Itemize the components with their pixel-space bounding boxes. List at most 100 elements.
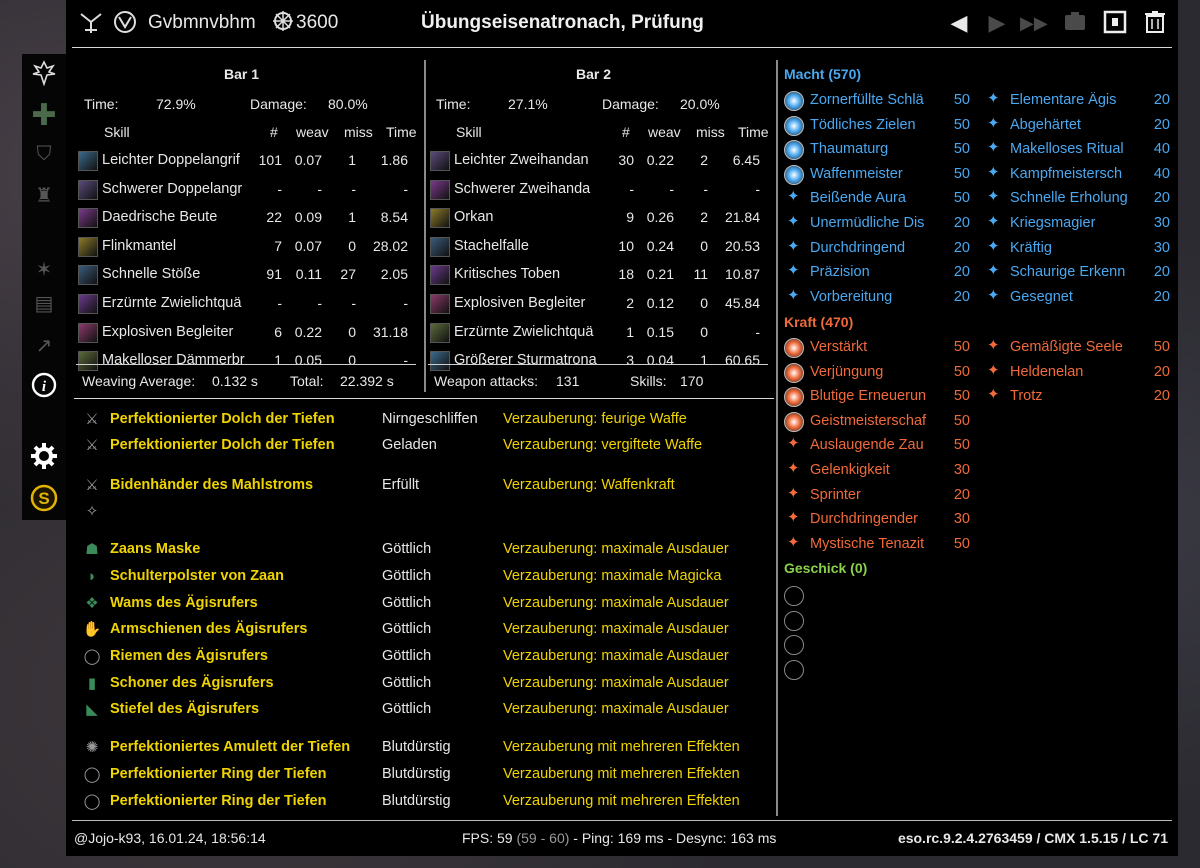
next-fight-icon[interactable]: ▶: [984, 10, 1010, 36]
skill-weave: 0.15: [646, 323, 674, 340]
cp-star-row[interactable]: ✦ Kriegsmagier 30: [978, 212, 1174, 236]
shield-icon[interactable]: ⛉: [30, 140, 58, 168]
skill-name: Makelloser Dämmerbr: [102, 352, 245, 369]
cp-star-value: 20: [1153, 288, 1170, 305]
cp-star-row[interactable]: ✦ Präzision 20: [778, 261, 974, 285]
castle-icon[interactable]: ♜: [30, 182, 58, 210]
svg-text:i: i: [42, 379, 47, 395]
skill-weave: -: [317, 295, 322, 311]
cp-star-row[interactable]: ✦ Durchdringender 30: [778, 508, 974, 532]
empty-cp-slot-icon[interactable]: [784, 586, 804, 606]
fight-title: Übungseisenatronach, Prüfung: [421, 12, 704, 33]
alliance-icon: [112, 10, 138, 36]
gear-name: Bidenhänder des Mahlstroms: [110, 477, 314, 493]
champion-points-total: 3600: [296, 12, 339, 33]
sparkle-icon[interactable]: ✶: [30, 256, 58, 284]
skill-row: Kritisches Toben 18 0.21 11 10.87: [426, 263, 766, 287]
skill-icon: [430, 265, 450, 286]
cp-star-row[interactable]: ✦ Schaurige Erkenn 20: [978, 261, 1174, 285]
cp-star-name: Thaumaturg: [810, 141, 889, 158]
skill-row: Schwerer Doppelangr - - - -: [74, 178, 414, 202]
cp-star-row[interactable]: Verstärkt 50: [778, 336, 974, 360]
cp-star-row[interactable]: ✦ Beißende Aura 50: [778, 187, 974, 211]
boots-icon: ◣: [86, 701, 98, 718]
footer-divider: [72, 820, 1172, 821]
info-icon[interactable]: i: [30, 372, 58, 400]
cp-star-row[interactable]: ✦ Mystische Tenazit 50: [778, 533, 974, 557]
cp-star-row[interactable]: ✦ Auslaugende Zau 50: [778, 434, 974, 458]
cp-star-row[interactable]: ✦ Heldenelan 20: [978, 361, 1174, 385]
guild-emblem-icon: [78, 10, 104, 36]
empty-cp-slot-icon[interactable]: [784, 610, 804, 631]
skill-row: Erzürnte Zwielichtquä - - - -: [74, 292, 414, 316]
gloves-icon: ✋: [82, 621, 102, 638]
summary-right-label: Total:: [290, 373, 324, 389]
cp-star-value: 30: [1153, 215, 1170, 231]
gear-enchantment: Verzauberung mit mehreren Effekten: [503, 793, 740, 809]
cp-star-row[interactable]: ✦ Abgehärtet 20: [978, 114, 1174, 138]
cp-star-value: 20: [1153, 92, 1170, 108]
empty-cp-slot-icon[interactable]: [784, 659, 804, 680]
cp-star-name: Abgehärtet: [1010, 116, 1081, 133]
cp-star-row[interactable]: ✦ Makelloses Ritual 40: [978, 138, 1174, 162]
sidebar: ✚ ⛉ ♜ ✶ ▤ ↗ i S: [22, 54, 66, 520]
delete-icon[interactable]: [1142, 10, 1168, 36]
cp-star-row[interactable]: Zornerfüllte Schlä 50: [778, 89, 974, 113]
cp-star-row[interactable]: ✦ Kampfmeistersch 40: [978, 163, 1174, 187]
gear-row: ⚔ Perfektionierter Dolch der Tiefen Gelade…: [80, 434, 770, 458]
cp-star-row[interactable]: ✦ Schnelle Erholung 20: [978, 187, 1174, 211]
heal-cross-icon[interactable]: ✚: [30, 101, 58, 131]
cp-star-row[interactable]: ✦ Gelenkigkeit 30: [778, 459, 974, 483]
cp-star-value: 30: [953, 511, 970, 528]
last-fight-icon[interactable]: ▶▶: [1020, 10, 1048, 36]
skill-row: Stachelfalle 10 0.24 0 20.53: [426, 235, 766, 259]
scroll-icon[interactable]: ▤: [30, 290, 58, 318]
chart-icon[interactable]: ↗: [30, 332, 58, 360]
cp-star-row[interactable]: Geistmeisterschaf 50: [778, 410, 974, 434]
load-fight-icon[interactable]: [1102, 10, 1128, 36]
cp-star-row[interactable]: ✦ Unermüdliche Dis 20: [778, 212, 974, 236]
cp-star-row[interactable]: Blutige Erneuerun 50: [778, 385, 974, 409]
cp-star-name: Durchdringend: [810, 239, 906, 256]
cp-star-row[interactable]: ✦ Durchdringend 20: [778, 237, 974, 261]
gear-trait: Blutdürstig: [382, 739, 451, 755]
cp-star-row[interactable]: Thaumaturg 50: [778, 138, 974, 162]
skill-count: -: [277, 295, 282, 311]
cp-star-row[interactable]: ✦ Gemäßigte Seele 50: [978, 336, 1174, 360]
cp-star-row[interactable]: ✦ Sprinter 20: [778, 484, 974, 508]
ring-icon: ◯: [83, 766, 101, 783]
gear-name: Schoner des Ägisrufers: [110, 675, 274, 691]
passive-star-icon: ✦: [987, 114, 1000, 132]
previous-fight-icon[interactable]: ◀: [946, 10, 972, 36]
cp-star-row[interactable]: Waffenmeister 50: [778, 163, 974, 187]
cp-star-row[interactable]: ✦ Elementare Ägis 20: [978, 89, 1174, 113]
cp-star-value: 50: [953, 165, 970, 182]
skill-icon: [78, 236, 98, 257]
skill-name: Orkan: [454, 209, 494, 226]
cp-star-row[interactable]: ✦ Trotz 20: [978, 385, 1174, 409]
skill-icon: [78, 179, 98, 200]
gear-row: ❖ Wams des Ägisrufers Göttlich Verzauberung…: [80, 592, 770, 616]
skill-row: Orkan 9 0.26 2 21.84: [426, 206, 766, 230]
skill-miss: 2: [700, 152, 708, 168]
skill-time: 1.86: [380, 152, 408, 168]
skill-miss: 0: [700, 237, 708, 254]
cp-star-row[interactable]: Verjüngung 50: [778, 361, 974, 385]
save-fight-icon[interactable]: [1062, 10, 1088, 36]
skill-name: Daedrische Beute: [102, 209, 218, 226]
cp-star-row[interactable]: ✦ Gesegnet 20: [978, 286, 1174, 310]
gear-row: ✋ Armschienen des Ägisrufers Göttlich Verza…: [80, 618, 770, 642]
skill-name: Explosiven Begleiter: [454, 295, 586, 311]
stamina-coin-icon[interactable]: S: [30, 484, 58, 512]
cp-star-name: Trotz: [1010, 388, 1043, 405]
class-icon[interactable]: [30, 60, 58, 88]
passive-star-icon: ✦: [987, 163, 1000, 181]
settings-gear-icon[interactable]: [30, 442, 58, 470]
empty-cp-slot-icon[interactable]: [784, 635, 804, 656]
bar-2-panel: Bar 2 Time: 27.1% Damage: 20.0% Skill # weav mis…: [426, 58, 772, 398]
cp-star-row[interactable]: Tödliches Zielen 50: [778, 114, 974, 138]
cp-star-value: 20: [953, 486, 970, 503]
cp-star-row[interactable]: ✦ Kräftig 30: [978, 237, 1174, 261]
slotted-star-icon: [784, 91, 804, 111]
cp-star-row[interactable]: ✦ Vorbereitung 20: [778, 286, 974, 310]
